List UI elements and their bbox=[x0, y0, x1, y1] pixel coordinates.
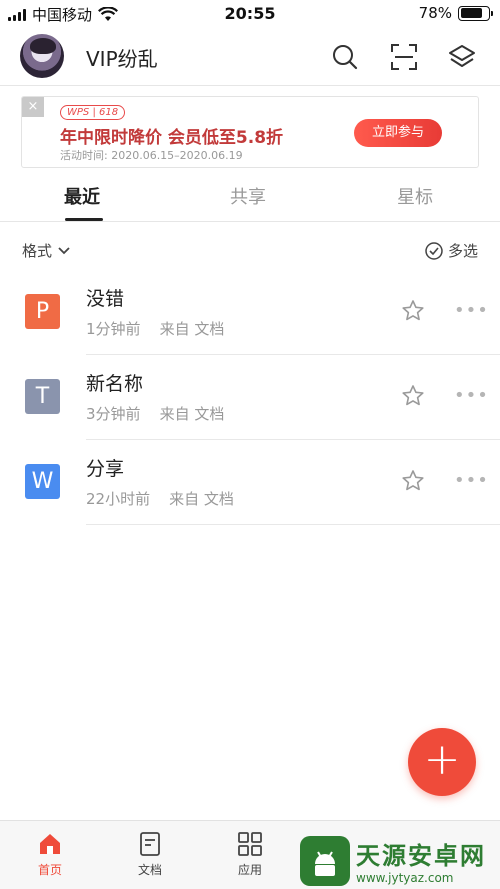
file-name: 没错 bbox=[86, 288, 125, 310]
watermark-text: 天源安卓网 www.jytyaz.com bbox=[356, 836, 486, 885]
format-label: 格式 bbox=[22, 242, 53, 260]
android-logo-icon bbox=[300, 835, 350, 886]
file-meta: 3分钟前 来自 文档 bbox=[86, 405, 225, 423]
scan-icon[interactable] bbox=[389, 42, 419, 72]
tab-indicator bbox=[65, 218, 103, 221]
join-button[interactable]: 立即参与 bbox=[354, 119, 442, 147]
file-name: 新名称 bbox=[86, 373, 144, 395]
layers-icon[interactable] bbox=[447, 42, 477, 72]
nav-documents[interactable]: 文档 bbox=[120, 831, 180, 878]
apps-grid-icon bbox=[238, 832, 262, 856]
status-right: 78% bbox=[418, 4, 493, 22]
format-filter[interactable]: 格式 bbox=[22, 240, 70, 261]
tab-starred[interactable]: 星标 bbox=[397, 183, 433, 209]
file-row[interactable]: W 分享 22小时前 来自 文档 ••• bbox=[0, 440, 500, 525]
watermark-url: www.jytyaz.com bbox=[356, 871, 454, 885]
txt-file-icon: T bbox=[25, 379, 60, 414]
file-name: 分享 bbox=[86, 458, 125, 480]
file-meta: 22小时前 来自 文档 bbox=[86, 490, 234, 508]
nav-documents-label: 文档 bbox=[137, 863, 162, 877]
multi-select-button[interactable]: 多选 bbox=[425, 240, 478, 261]
divider bbox=[86, 524, 500, 525]
tab-recent[interactable]: 最近 bbox=[64, 183, 100, 209]
promo-banner[interactable]: × WPS | 618 年中限时降价 会员低至5.8折 活动时间: 2020.0… bbox=[21, 96, 479, 168]
home-icon bbox=[40, 834, 60, 854]
star-icon[interactable] bbox=[400, 298, 426, 324]
star-icon[interactable] bbox=[400, 383, 426, 409]
banner-subtitle: 活动时间: 2020.06.15–2020.06.19 bbox=[60, 149, 243, 162]
multi-select-label: 多选 bbox=[447, 242, 478, 260]
avatar[interactable] bbox=[20, 34, 64, 78]
file-meta: 1分钟前 来自 文档 bbox=[86, 320, 225, 338]
add-button[interactable]: + bbox=[408, 728, 476, 796]
battery-icon bbox=[458, 5, 493, 21]
tab-bar: 最近 共享 星标 bbox=[0, 180, 500, 222]
watermark-title: 天源安卓网 bbox=[356, 842, 486, 870]
file-row[interactable]: T 新名称 3分钟前 来自 文档 ••• bbox=[0, 355, 500, 440]
star-icon[interactable] bbox=[400, 468, 426, 494]
battery-percent: 78% bbox=[418, 4, 452, 22]
ppt-file-icon: P bbox=[25, 294, 60, 329]
more-icon[interactable]: ••• bbox=[454, 385, 489, 406]
close-icon[interactable]: × bbox=[22, 97, 44, 117]
nav-apps-label: 应用 bbox=[237, 863, 262, 877]
watermark: 天源安卓网 www.jytyaz.com bbox=[300, 832, 500, 889]
promo-tag: WPS | 618 bbox=[60, 105, 126, 120]
battery-fill bbox=[460, 8, 482, 18]
status-bar: 中国移动 20:55 78% bbox=[0, 0, 500, 28]
file-row[interactable]: P 没错 1分钟前 来自 文档 ••• bbox=[0, 270, 500, 355]
word-file-icon: W bbox=[25, 464, 60, 499]
nav-apps[interactable]: 应用 bbox=[220, 831, 280, 878]
document-icon bbox=[140, 832, 160, 856]
nav-home-label: 首页 bbox=[37, 863, 62, 877]
tab-shared[interactable]: 共享 bbox=[230, 183, 266, 209]
header: VIP纷乱 bbox=[0, 30, 500, 86]
more-icon[interactable]: ••• bbox=[454, 470, 489, 491]
nav-home[interactable]: 首页 bbox=[20, 831, 80, 878]
search-icon[interactable] bbox=[330, 42, 360, 72]
check-circle-icon bbox=[425, 241, 443, 260]
more-icon[interactable]: ••• bbox=[454, 300, 489, 321]
banner-title: 年中限时降价 会员低至5.8折 bbox=[60, 128, 284, 148]
username[interactable]: VIP纷乱 bbox=[86, 43, 158, 72]
chevron-down-icon bbox=[58, 246, 70, 254]
